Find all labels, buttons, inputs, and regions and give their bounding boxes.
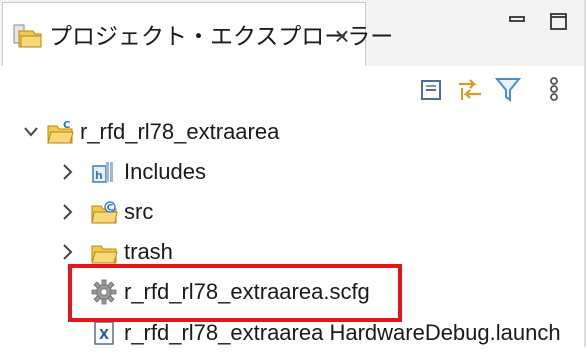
svg-text:X: X xyxy=(99,328,109,343)
collapse-all-icon[interactable] xyxy=(418,74,446,104)
tree-item-label: src xyxy=(124,199,154,224)
view-toolbar xyxy=(0,66,586,112)
chevron-right-icon[interactable] xyxy=(58,162,76,182)
tree-item-label: r_rfd_rl78_extraarea HardwareDebug.launc… xyxy=(124,320,561,345)
tree-item-label: Includes xyxy=(124,159,206,184)
svg-text:C: C xyxy=(107,204,114,214)
view-tab-bar: プロジェクト・エクスプローラー × xyxy=(0,0,586,67)
link-with-editor-icon[interactable] xyxy=(456,74,484,104)
minimize-icon[interactable] xyxy=(504,8,530,34)
chevron-right-icon[interactable] xyxy=(58,242,76,262)
tree-item-project[interactable]: C r_rfd_rl78_extraarea xyxy=(0,112,586,152)
folder-icon xyxy=(91,245,118,264)
svg-text:h: h xyxy=(95,169,103,182)
tree-item-src[interactable]: C src xyxy=(0,192,586,232)
view-menu-icon[interactable] xyxy=(540,74,568,104)
tree-item-launch[interactable]: X r_rfd_rl78_extraarea HardwareDebug.lau… xyxy=(0,317,586,357)
tree-item-label: r_rfd_rl78_extraarea xyxy=(80,119,280,144)
project-explorer-icon xyxy=(13,24,42,48)
maximize-icon[interactable] xyxy=(546,8,572,34)
tab-project-explorer[interactable]: プロジェクト・エクスプローラー × xyxy=(2,2,393,66)
close-icon[interactable]: × xyxy=(328,22,356,50)
filter-icon[interactable] xyxy=(494,74,522,104)
source-folder-icon: C xyxy=(91,201,118,224)
tree-item-label: trash xyxy=(124,239,173,264)
chevron-down-icon[interactable] xyxy=(22,122,40,142)
tree-item-includes[interactable]: h Includes xyxy=(0,152,586,192)
chevron-right-icon[interactable] xyxy=(58,202,76,222)
svg-text:C: C xyxy=(63,120,70,131)
includes-icon: h xyxy=(92,162,113,183)
launch-config-icon: X xyxy=(94,321,114,345)
c-project-folder-icon: C xyxy=(47,120,74,144)
project-explorer-view: プロジェクト・エクスプローラー × C r_rfd_rl78_extraarea… xyxy=(0,0,586,347)
highlight-box xyxy=(68,264,402,322)
